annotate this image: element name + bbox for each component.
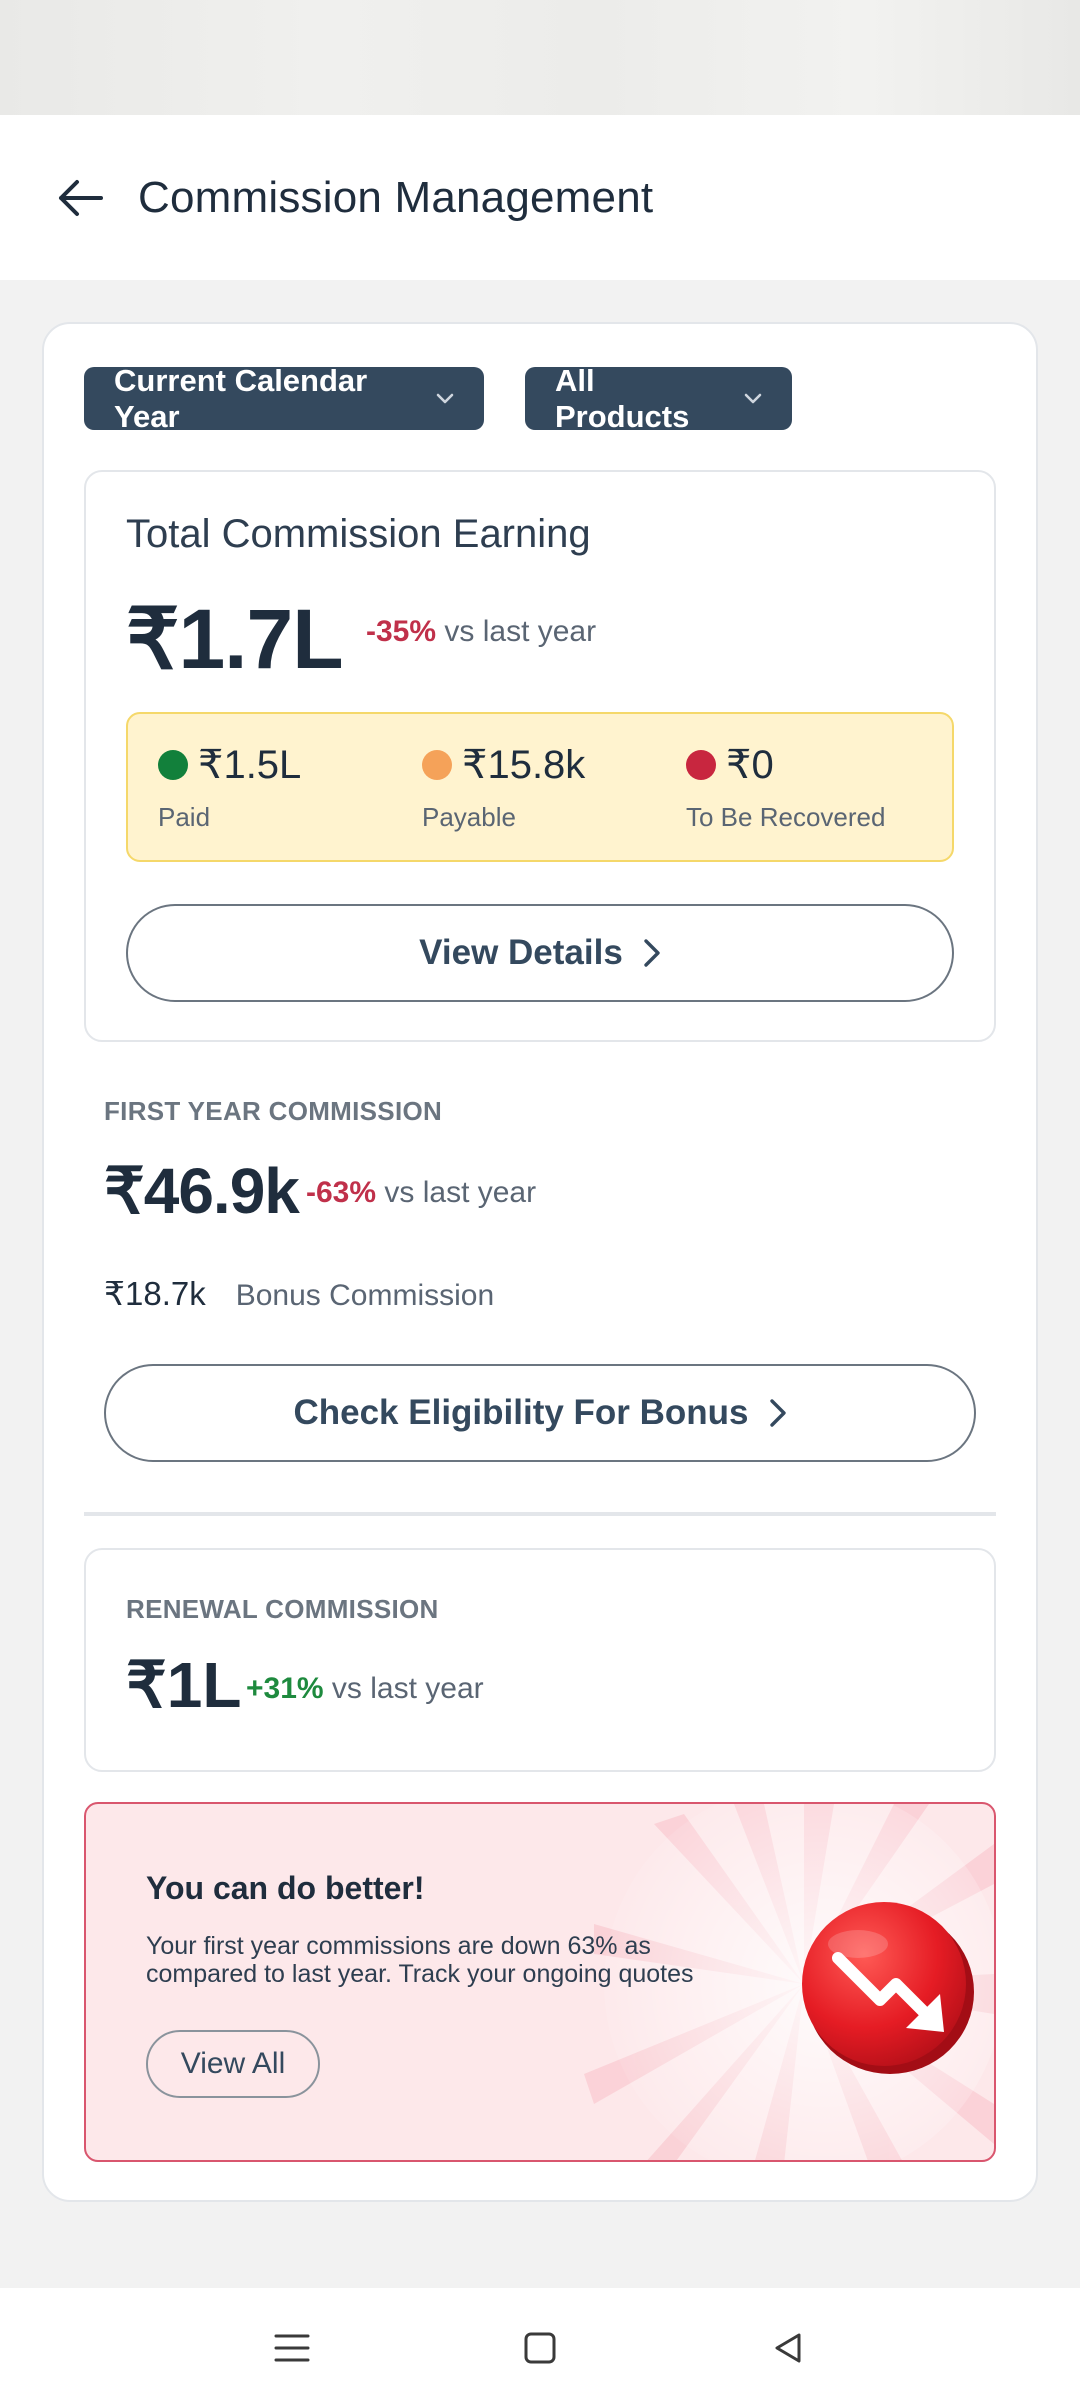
first-year-commission-change: -63% vs last year	[306, 1176, 536, 1210]
renewal-commission-label: RENEWAL COMMISSION	[126, 1594, 439, 1624]
renewal-commission-change: +31% vs last year	[246, 1672, 484, 1706]
chevron-right-icon	[643, 938, 661, 968]
renewal-commission-amount: ₹1L	[126, 1649, 242, 1721]
performance-alert-card: You can do better! Your first year commi…	[84, 1802, 996, 2162]
change-suffix: vs last year	[331, 1672, 484, 1705]
breakdown-label: Paid	[158, 802, 211, 832]
commission-card: Current Calendar Year All Products Total…	[42, 322, 1038, 2202]
system-navigation-bar	[0, 2288, 1080, 2400]
bonus-commission-amount: ₹18.7k	[104, 1275, 206, 1312]
status-dot-icon	[686, 750, 716, 780]
breakdown-payable: ₹15.8k Payable	[422, 742, 585, 833]
products-filter-dropdown[interactable]: All Products	[525, 363, 792, 434]
period-filter-dropdown[interactable]: Current Calendar Year	[84, 363, 484, 434]
chevron-down-icon	[436, 393, 454, 405]
view-details-label: View Details	[419, 933, 623, 972]
breakdown-to-be-recovered: ₹0 To Be Recovered	[686, 742, 885, 833]
section-divider	[84, 1512, 996, 1516]
home-icon[interactable]	[510, 2318, 570, 2378]
breakdown-value: ₹15.8k	[462, 743, 586, 787]
breakdown-label: To Be Recovered	[686, 802, 886, 832]
total-commission-change: -35% vs last year	[366, 615, 596, 649]
view-all-label: View All	[180, 2047, 286, 2080]
breakdown-value: ₹1.5L	[198, 743, 302, 787]
back-arrow-icon[interactable]	[50, 168, 110, 228]
commission-breakdown: ₹1.5L Paid ₹15.8k Payable ₹0 To Be Recov…	[126, 712, 954, 862]
menu-icon[interactable]	[262, 2318, 322, 2378]
check-eligibility-button[interactable]: Check Eligibility For Bonus	[104, 1364, 976, 1462]
renewal-commission-card: RENEWAL COMMISSION ₹1L +31% vs last year	[84, 1548, 996, 1772]
view-details-button[interactable]: View Details	[126, 904, 954, 1002]
app-header: Commission Management	[0, 115, 1080, 280]
change-percent: -35%	[366, 615, 437, 648]
period-filter-label: Current Calendar Year	[114, 362, 368, 434]
alert-title: You can do better!	[146, 1870, 425, 1906]
breakdown-value: ₹0	[726, 743, 774, 787]
change-suffix: vs last year	[444, 615, 597, 648]
status-bar	[0, 0, 1080, 115]
alert-message: Your first year commissions are down 63%…	[146, 1932, 694, 1988]
change-suffix: vs last year	[384, 1176, 537, 1209]
total-commission-title: Total Commission Earning	[126, 512, 591, 556]
breakdown-paid: ₹1.5L Paid	[158, 742, 301, 833]
change-percent: +31%	[246, 1672, 324, 1705]
first-year-commission-label: FIRST YEAR COMMISSION	[104, 1096, 443, 1126]
view-all-button[interactable]: View All	[146, 2030, 320, 2098]
breakdown-label: Payable	[422, 802, 516, 832]
change-percent: -63%	[306, 1176, 377, 1209]
chevron-down-icon	[744, 393, 762, 405]
bonus-commission-row: ₹18.7k Bonus Commission	[104, 1274, 494, 1313]
status-dot-icon	[158, 750, 188, 780]
page-title: Commission Management	[138, 172, 654, 222]
first-year-commission-amount: ₹46.9k	[104, 1155, 300, 1227]
chevron-right-icon	[769, 1398, 787, 1428]
products-filter-label: All Products	[555, 362, 690, 434]
status-dot-icon	[422, 750, 452, 780]
trend-down-icon	[802, 1902, 974, 2074]
check-eligibility-label: Check Eligibility For Bonus	[293, 1393, 749, 1432]
back-icon[interactable]	[758, 2318, 818, 2378]
total-commission-card: Total Commission Earning ₹1.7L -35% vs l…	[84, 470, 996, 1042]
bonus-commission-label: Bonus Commission	[235, 1279, 495, 1312]
total-commission-amount: ₹1.7L	[126, 592, 344, 686]
